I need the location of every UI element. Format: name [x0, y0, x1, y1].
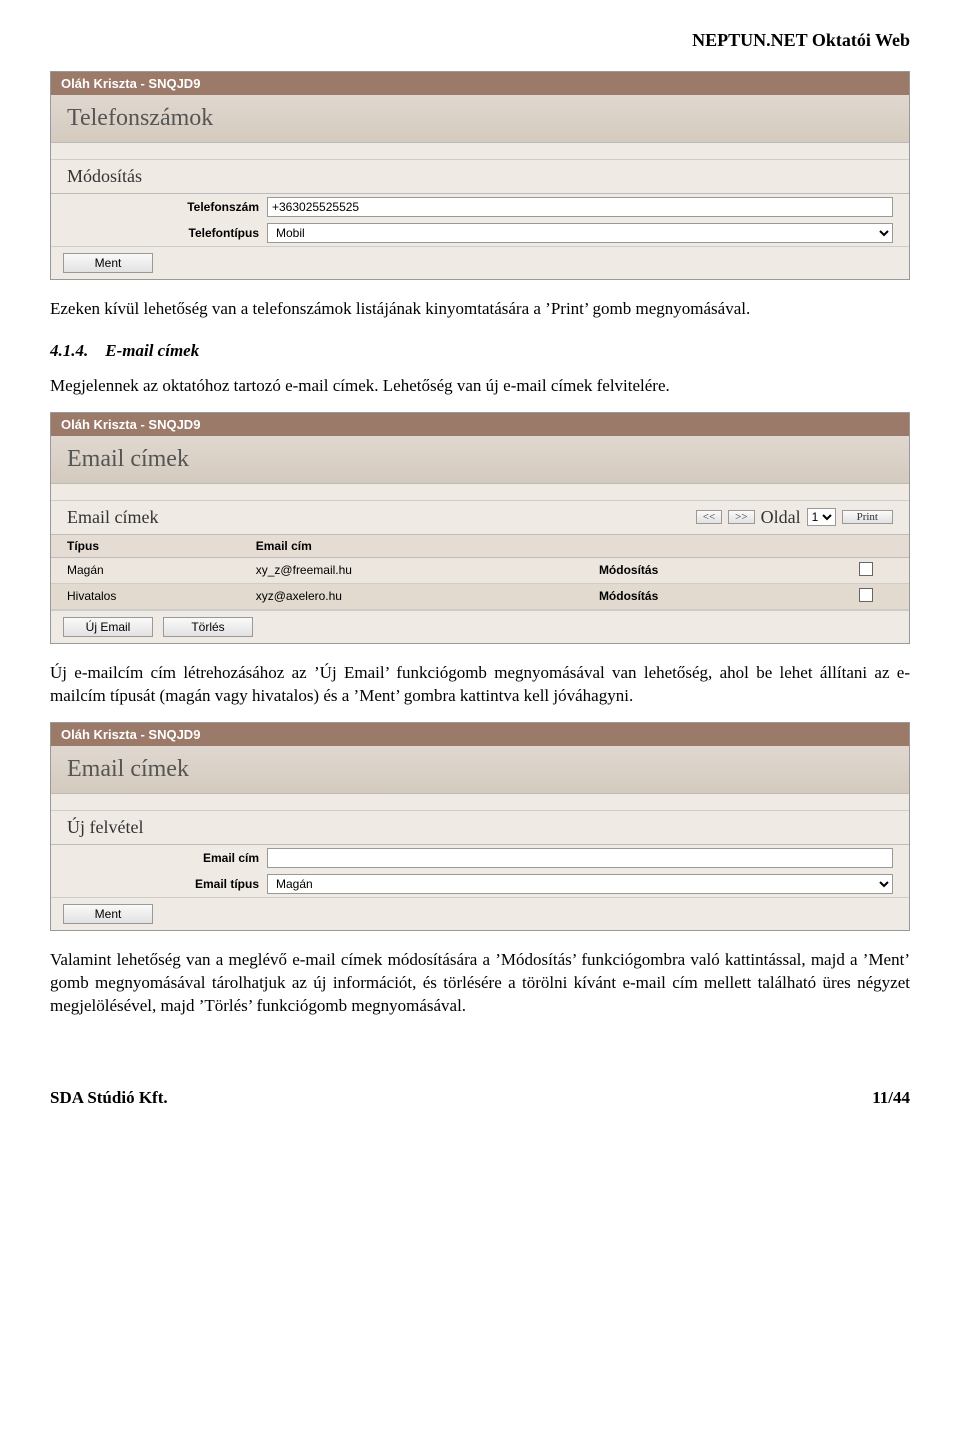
row-checkbox[interactable] — [859, 588, 873, 602]
modify-button[interactable]: Módosítás — [599, 589, 658, 603]
input-telefonszam[interactable] — [267, 197, 893, 217]
print-button[interactable]: Print — [842, 510, 893, 524]
pager-prev[interactable]: << — [696, 510, 722, 524]
modify-button[interactable]: Módosítás — [599, 563, 658, 577]
section-title: E-mail címek — [105, 341, 199, 360]
panel-title: Email címek — [51, 436, 909, 484]
label-email-tipus: Email típus — [67, 877, 267, 891]
pager-next[interactable]: >> — [728, 510, 754, 524]
paragraph-modify-delete: Valamint lehetőség van a meglévő e-mail … — [50, 949, 910, 1018]
footer-page-number: 11/44 — [872, 1088, 910, 1108]
window-titlebar: Oláh Kriszta - SNQJD9 — [51, 72, 909, 95]
list-title: Email címek — [67, 507, 158, 528]
row-checkbox[interactable] — [859, 562, 873, 576]
select-email-tipus[interactable]: Magán — [267, 874, 893, 894]
cell-type: Hivatalos — [51, 583, 240, 609]
section-title-modositas: Módosítás — [51, 159, 909, 193]
delete-button[interactable]: Törlés — [163, 617, 253, 637]
cell-type: Magán — [51, 557, 240, 583]
screenshot-telefonszamok: Oláh Kriszta - SNQJD9 Telefonszámok Módo… — [50, 71, 910, 280]
new-email-button[interactable]: Új Email — [63, 617, 153, 637]
panel-title: Telefonszámok — [51, 95, 909, 143]
window-titlebar: Oláh Kriszta - SNQJD9 — [51, 413, 909, 436]
save-button[interactable]: Ment — [63, 253, 153, 273]
paragraph-email-intro: Megjelennek az oktatóhoz tartozó e-mail … — [50, 375, 910, 398]
section-num: 4.1.4. — [50, 341, 88, 360]
table-row: Hivatalos xyz@axelero.hu Módosítás — [51, 583, 909, 609]
footer-company: SDA Stúdió Kft. — [50, 1088, 168, 1108]
screenshot-email-new: Oláh Kriszta - SNQJD9 Email címek Új fel… — [50, 722, 910, 931]
label-email-cim: Email cím — [67, 851, 267, 865]
paragraph-print-info: Ezeken kívül lehetőség van a telefonszám… — [50, 298, 910, 321]
screenshot-email-list: Oláh Kriszta - SNQJD9 Email címek Email … — [50, 412, 910, 644]
section-title-ujfelvetel: Új felvétel — [51, 810, 909, 844]
cell-email: xy_z@freemail.hu — [240, 557, 583, 583]
page-footer: SDA Stúdió Kft. 11/44 — [50, 1088, 910, 1108]
pager-label: Oldal — [761, 507, 801, 528]
email-table: Típus Email cím Magán xy_z@freemail.hu M… — [51, 534, 909, 610]
label-telefontipus: Telefontípus — [67, 226, 267, 240]
cell-email: xyz@axelero.hu — [240, 583, 583, 609]
paragraph-new-email: Új e-mailcím cím létrehozásához az ’Új E… — [50, 662, 910, 708]
table-row: Magán xy_z@freemail.hu Módosítás — [51, 557, 909, 583]
section-number-414: 4.1.4. E-mail címek — [50, 341, 910, 361]
window-titlebar: Oláh Kriszta - SNQJD9 — [51, 723, 909, 746]
page-header: NEPTUN.NET Oktatói Web — [50, 30, 910, 51]
select-telefontipus[interactable]: Mobil — [267, 223, 893, 243]
col-tipus: Típus — [51, 534, 240, 557]
input-email-cim[interactable] — [267, 848, 893, 868]
panel-title: Email címek — [51, 746, 909, 794]
save-button[interactable]: Ment — [63, 904, 153, 924]
pager-page-select[interactable]: 1 — [807, 508, 836, 526]
label-telefonszam: Telefonszám — [67, 200, 267, 214]
col-email: Email cím — [240, 534, 583, 557]
